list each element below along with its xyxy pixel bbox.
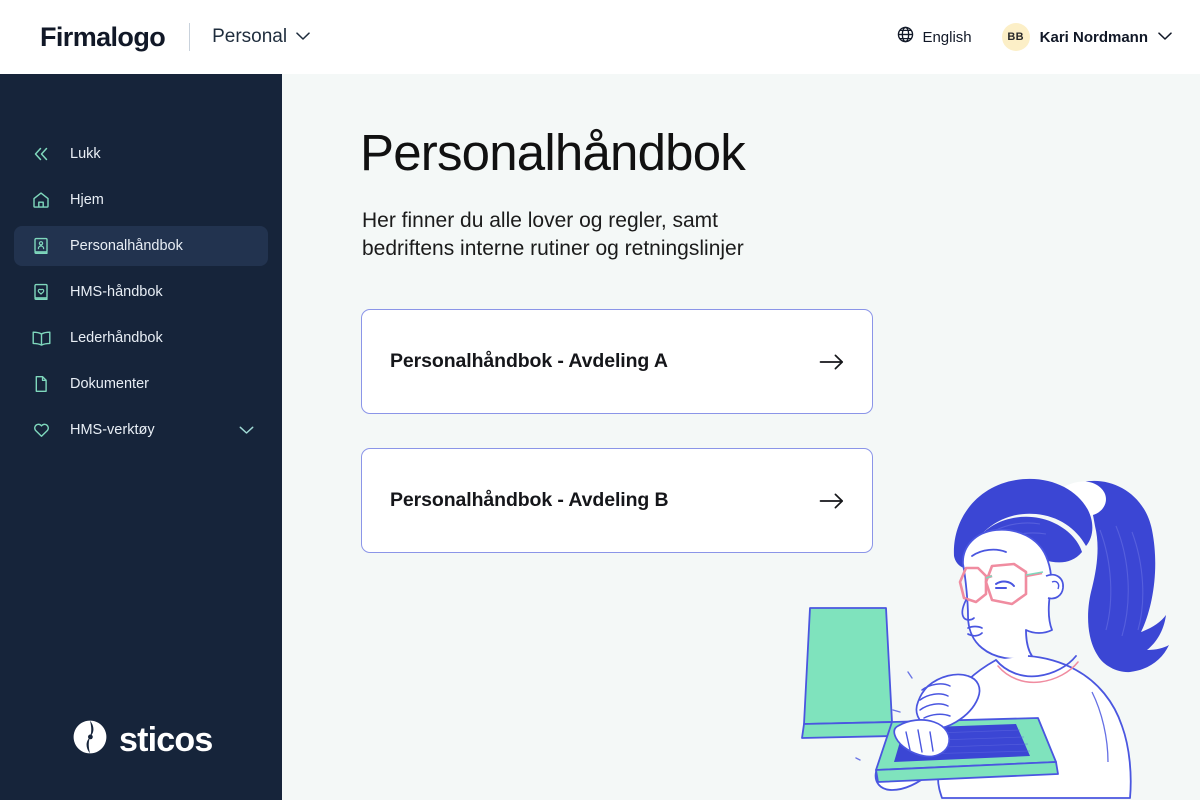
open-book-icon bbox=[30, 327, 52, 349]
brand-zone: Firmalogo Personal bbox=[0, 22, 310, 53]
user-name-label: Kari Nordmann bbox=[1039, 28, 1148, 46]
sticos-footer-logo: sticos bbox=[72, 719, 213, 760]
scope-selector[interactable]: Personal bbox=[212, 26, 310, 48]
chevron-down-icon bbox=[296, 28, 310, 46]
sidebar-item-hms-handbok[interactable]: HMS-håndbok bbox=[14, 272, 268, 312]
chevron-down-icon[interactable] bbox=[239, 426, 254, 435]
person-book-icon bbox=[30, 235, 52, 257]
language-label: English bbox=[922, 28, 972, 46]
sidebar-item-label: Hjem bbox=[70, 192, 104, 208]
header-actions: English BB Kari Nordmann bbox=[897, 23, 1200, 51]
brand-logo: Firmalogo bbox=[40, 21, 166, 52]
home-icon bbox=[30, 189, 52, 211]
globe-icon bbox=[897, 26, 914, 48]
sidebar-item-lukk[interactable]: Lukk bbox=[14, 134, 268, 174]
user-menu[interactable]: BB Kari Nordmann bbox=[1001, 23, 1172, 51]
top-header-bar: Firmalogo Personal English BB Kari Nordm… bbox=[0, 0, 1200, 74]
sidebar-item-dokumenter[interactable]: Dokumenter bbox=[14, 364, 268, 404]
header-divider bbox=[189, 23, 191, 51]
sidebar: Lukk Hjem Personalhåndbok HMS-håndbok Le… bbox=[0, 74, 282, 800]
sidebar-item-hms-verktoy[interactable]: HMS-verktøy bbox=[14, 410, 268, 450]
card-title: Personalhåndbok - Avdeling B bbox=[390, 489, 669, 511]
sidebar-item-label: Dokumenter bbox=[70, 376, 149, 392]
arrow-right-icon[interactable] bbox=[819, 353, 845, 371]
sidebar-item-lederhandbok[interactable]: Lederhåndbok bbox=[14, 318, 268, 358]
card-title: Personalhåndbok - Avdeling A bbox=[390, 350, 668, 372]
chevrons-left-icon bbox=[30, 143, 52, 165]
scope-selector-label: Personal bbox=[212, 26, 288, 47]
handbook-card-avdeling-b[interactable]: Personalhåndbok - Avdeling B bbox=[361, 448, 873, 553]
sidebar-item-label: HMS-verktøy bbox=[70, 422, 155, 438]
language-switcher[interactable]: English bbox=[897, 26, 972, 48]
page-subtitle: Her finner du alle lover og regler, samt… bbox=[362, 209, 744, 261]
document-icon bbox=[30, 373, 52, 395]
main-content: Personalhåndbok Her finner du alle lover… bbox=[282, 74, 1200, 800]
sidebar-item-label: Personalhåndbok bbox=[70, 238, 183, 254]
page-title: Personalhåndbok bbox=[360, 124, 746, 181]
sidebar-item-personalhandbok[interactable]: Personalhåndbok bbox=[14, 226, 268, 266]
sidebar-item-label: HMS-håndbok bbox=[70, 284, 163, 300]
sidebar-item-label: Lukk bbox=[70, 146, 101, 162]
sticos-circle-icon bbox=[72, 719, 108, 760]
app-root: Firmalogo Personal English BB Kari Nordm… bbox=[0, 0, 1200, 800]
heart-icon bbox=[30, 419, 52, 441]
sidebar-nav-list: Lukk Hjem Personalhåndbok HMS-håndbok Le… bbox=[0, 74, 282, 450]
avatar: BB bbox=[1001, 23, 1030, 51]
sidebar-item-label: Lederhåndbok bbox=[70, 330, 163, 346]
sidebar-item-hjem[interactable]: Hjem bbox=[14, 180, 268, 220]
heart-book-icon bbox=[30, 281, 52, 303]
sticos-wordmark: sticos bbox=[119, 720, 213, 759]
handbook-card-avdeling-a[interactable]: Personalhåndbok - Avdeling A bbox=[361, 309, 873, 414]
arrow-right-icon[interactable] bbox=[819, 492, 845, 510]
chevron-down-icon bbox=[1158, 28, 1172, 46]
